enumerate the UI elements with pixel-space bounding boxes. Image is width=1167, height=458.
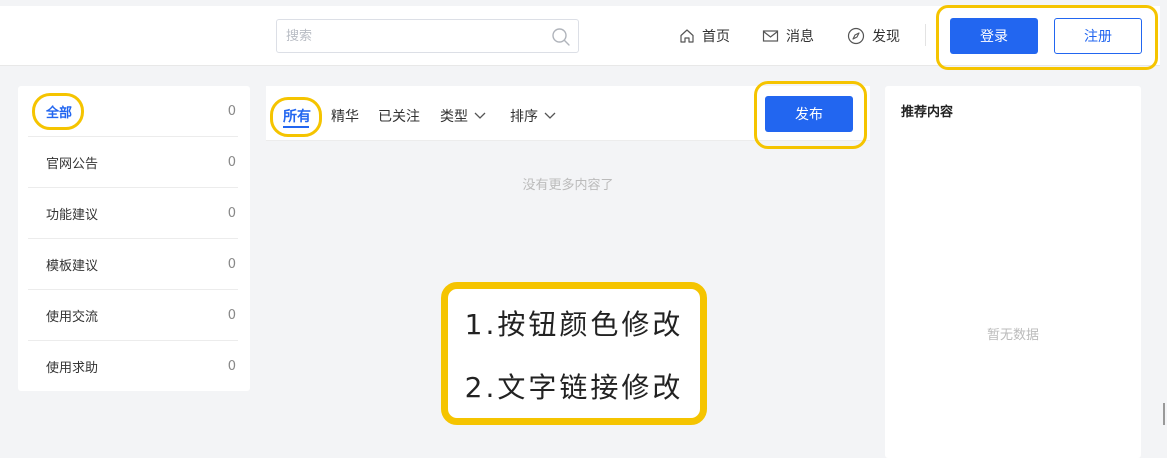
annotation-line-1: 1.按钮颜色修改 — [464, 308, 684, 341]
scrollbar-thumb[interactable] — [1163, 403, 1165, 425]
annotation-note: 1.按钮颜色修改 2.文字链接修改 — [441, 282, 707, 425]
category-count: 0 — [227, 205, 236, 221]
mail-icon — [762, 30, 779, 42]
auth-buttons-highlight — [936, 5, 1158, 70]
nav-divider — [925, 24, 926, 46]
category-count: 0 — [227, 256, 236, 272]
tab-sort-dropdown[interactable]: 排序 — [510, 106, 558, 126]
recommended-title: 推荐内容 — [901, 105, 954, 120]
category-label: 模板建议 — [46, 258, 99, 274]
tab-following[interactable]: 已关注 — [378, 106, 420, 126]
search-icon[interactable] — [551, 27, 571, 47]
category-count: 0 — [227, 359, 236, 374]
nav-home-label: 首页 — [702, 29, 730, 45]
category-sidebar: 全部 0 官网公告 0 功能建议 0 模板建议 0 使用交流 0 使用求助 0 — [18, 86, 250, 391]
category-all-highlight — [32, 93, 84, 130]
category-feature-suggestions[interactable]: 功能建议 0 — [28, 188, 238, 239]
nav-messages[interactable]: 消息 — [762, 26, 814, 46]
category-discussion[interactable]: 使用交流 0 — [28, 290, 238, 341]
annotation-line-2: 2.文字链接修改 — [464, 371, 684, 404]
tab-type-dropdown[interactable]: 类型 — [440, 106, 488, 126]
category-help[interactable]: 使用求助 0 — [28, 341, 238, 392]
compass-icon — [847, 27, 865, 45]
search-box[interactable] — [276, 19, 579, 53]
nav-discover-label: 发现 — [872, 29, 900, 45]
search-input[interactable] — [277, 20, 537, 52]
home-icon — [680, 29, 694, 43]
nav-discover[interactable]: 发现 — [847, 26, 900, 46]
category-count: 0 — [227, 154, 236, 170]
category-count: 0 — [227, 307, 236, 323]
category-count: 0 — [227, 103, 236, 119]
nav-home[interactable]: 首页 — [679, 26, 730, 46]
publish-button-highlight — [754, 81, 867, 149]
category-label: 使用求助 — [46, 361, 99, 376]
chevron-down-icon — [544, 112, 556, 119]
category-label: 使用交流 — [46, 309, 99, 325]
tab-sort-label: 排序 — [510, 109, 538, 125]
category-label: 官网公告 — [46, 156, 99, 172]
chevron-down-icon — [474, 112, 486, 119]
tab-all-highlight — [270, 97, 322, 137]
category-template-suggestions[interactable]: 模板建议 0 — [28, 239, 238, 290]
tab-featured[interactable]: 精华 — [331, 106, 359, 126]
recommended-panel: 推荐内容 暂无数据 — [885, 86, 1141, 458]
category-announcements[interactable]: 官网公告 0 — [28, 137, 238, 188]
no-data-text: 暂无数据 — [986, 328, 1039, 343]
no-more-content-text: 没有更多内容了 — [522, 178, 614, 193]
nav-messages-label: 消息 — [786, 29, 814, 45]
tab-type-label: 类型 — [440, 109, 468, 125]
category-label: 功能建议 — [46, 207, 99, 223]
page-scrollbar[interactable] — [1160, 0, 1167, 458]
